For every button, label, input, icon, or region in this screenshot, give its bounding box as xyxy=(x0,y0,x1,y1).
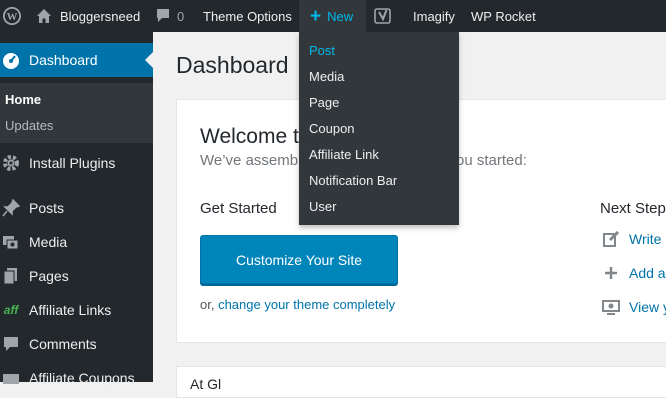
page-title: Dashboard xyxy=(176,52,289,78)
welcome-about-text: We’ve assemb xyxy=(200,152,299,169)
comment-bubble-icon xyxy=(2,335,20,353)
panel-title: At Gl xyxy=(190,376,222,392)
sidebar-item-affiliate-coupons[interactable]: Affiliate Coupons xyxy=(0,361,153,395)
theme-options-label: Theme Options xyxy=(203,8,292,24)
sidebar-item-label: Affiliate Links xyxy=(29,302,112,318)
coupon-icon xyxy=(2,369,20,387)
sidebar-item-comments[interactable]: Comments xyxy=(0,327,153,361)
sidebar-item-posts[interactable]: Posts xyxy=(0,191,153,225)
sidebar-item-pages[interactable]: Pages xyxy=(0,259,153,293)
comments-link[interactable]: 0 xyxy=(157,0,184,32)
submenu-item-home[interactable]: Home xyxy=(5,92,41,107)
pages-icon xyxy=(2,267,20,285)
get-started-heading: Get Started xyxy=(200,200,277,217)
wp-rocket-label: WP Rocket xyxy=(471,8,536,24)
new-menu-item-page[interactable]: Page xyxy=(309,95,339,110)
sidebar-item-label: Pages xyxy=(29,268,69,284)
pushpin-icon xyxy=(2,199,20,217)
welcome-title: Welcome t xyxy=(200,125,299,148)
imagify-link[interactable]: Imagify xyxy=(413,0,455,32)
home-icon xyxy=(36,8,52,24)
view-screen-icon xyxy=(602,298,620,316)
wordpress-logo-icon[interactable]: W xyxy=(3,0,21,32)
sidebar-item-label: Media xyxy=(29,234,68,250)
plus-icon: + xyxy=(310,5,322,27)
at-a-glance-panel: At Gl xyxy=(176,366,666,398)
next-step-label: View y xyxy=(629,299,666,315)
admin-bar: W Bloggersneed 0 Theme Options + New Ima… xyxy=(0,0,666,32)
sidebar-item-install-plugins[interactable]: Install Plugins xyxy=(0,146,153,180)
sidebar-item-label: Comments xyxy=(29,336,97,352)
next-step-label: Write xyxy=(629,231,662,247)
affiliate-aff-icon: aff xyxy=(3,303,19,317)
gear-icon xyxy=(2,154,20,172)
sidebar-item-media[interactable]: Media xyxy=(0,225,153,259)
new-menu-item-notification-bar[interactable]: Notification Bar xyxy=(309,173,397,188)
submenu-item-updates[interactable]: Updates xyxy=(5,118,53,133)
theme-options-link[interactable]: Theme Options xyxy=(203,0,292,32)
edit-page-icon xyxy=(602,230,620,248)
next-step-view[interactable]: View y xyxy=(602,298,666,316)
new-content-button[interactable]: + New xyxy=(299,0,366,32)
sidebar-item-label: Install Plugins xyxy=(29,155,116,171)
svg-text:W: W xyxy=(7,11,18,23)
new-menu-item-affiliate-link[interactable]: Affiliate Link xyxy=(309,147,379,162)
next-step-label: Add a xyxy=(629,265,666,281)
dashboard-submenu: Home Updates xyxy=(0,83,153,143)
customize-your-site-button[interactable]: Customize Your Site xyxy=(200,235,398,284)
site-name-link[interactable]: Bloggersneed xyxy=(36,0,140,32)
next-step-write[interactable]: Write xyxy=(602,230,661,248)
next-step-add[interactable]: Add a xyxy=(602,264,666,282)
new-menu-item-coupon[interactable]: Coupon xyxy=(309,121,355,136)
comments-count: 0 xyxy=(177,8,185,24)
comment-bubble-icon xyxy=(157,9,169,23)
new-menu-item-user[interactable]: User xyxy=(309,199,336,214)
sidebar-item-label: Affiliate Coupons xyxy=(29,370,135,386)
sidebar-item-label: Posts xyxy=(29,200,65,216)
site-name-label: Bloggersneed xyxy=(60,8,141,24)
sidebar-item-dashboard[interactable]: Dashboard xyxy=(0,43,153,77)
new-menu-item-post[interactable]: Post xyxy=(309,43,335,58)
plus-icon xyxy=(602,264,620,282)
current-menu-arrow xyxy=(145,52,153,68)
admin-sidebar: Dashboard Home Updates Install Plugins P… xyxy=(0,32,153,386)
sidebar-item-affiliate-links[interactable]: aff Affiliate Links xyxy=(0,293,153,327)
new-label: New xyxy=(327,8,354,24)
new-content-dropdown: Post Media Page Coupon Affiliate Link No… xyxy=(299,32,459,225)
change-theme-line: or, change your theme completely xyxy=(200,297,395,312)
welcome-about-text-tail: ou started: xyxy=(456,152,527,169)
next-steps-heading: Next Step xyxy=(600,200,666,217)
sidebar-item-label: Dashboard xyxy=(29,52,98,68)
change-theme-link[interactable]: change your theme completely xyxy=(218,297,395,312)
wp-rocket-link[interactable]: WP Rocket xyxy=(471,0,536,32)
imagify-label: Imagify xyxy=(413,8,455,24)
or-text: or, xyxy=(200,297,219,312)
dashboard-gauge-icon xyxy=(2,51,20,69)
media-camera-icon xyxy=(2,233,20,251)
new-menu-item-media[interactable]: Media xyxy=(309,69,344,84)
yoast-icon[interactable] xyxy=(374,0,392,32)
